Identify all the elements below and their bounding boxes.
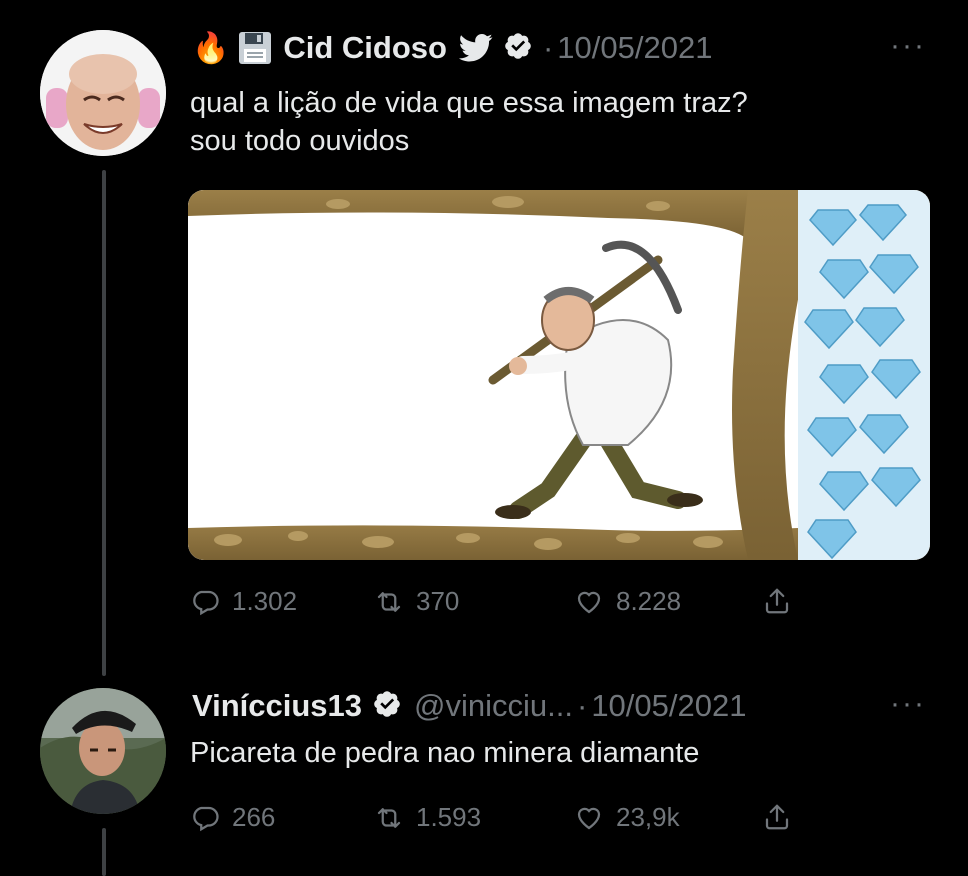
verified-badge-icon <box>372 689 402 724</box>
like-count: 8.228 <box>616 586 682 616</box>
tweet1-header: 🔥 Cid Cidoso · 10/05/2021 <box>192 26 712 70</box>
reply-button[interactable]: 1.302 <box>190 586 297 617</box>
miner-diamonds-illustration <box>188 190 930 560</box>
floppy-disk-icon <box>237 30 273 66</box>
share-icon <box>765 804 789 830</box>
avatar-cid-cidoso[interactable] <box>40 30 166 156</box>
retweet-button[interactable]: 1.593 <box>374 802 481 833</box>
fire-emoji: 🔥 <box>192 31 230 65</box>
avatar-vinicius13[interactable] <box>40 688 166 814</box>
avatar-image <box>40 30 166 156</box>
retweet-count: 1.593 <box>416 802 482 832</box>
verified-badge-icon <box>503 31 533 66</box>
retweet-button[interactable]: 370 <box>374 586 459 617</box>
tweet2-handle[interactable]: @vinicciu... <box>414 688 573 724</box>
thread-line-2 <box>102 828 106 876</box>
twitter-bird-icon <box>458 33 493 63</box>
avatar-image <box>40 688 166 814</box>
more-icon[interactable]: ··· <box>890 31 926 61</box>
share-icon <box>765 588 789 614</box>
retweet-icon <box>377 591 401 612</box>
tweet1-media-image[interactable] <box>188 190 930 560</box>
retweet-icon <box>377 807 401 828</box>
tweet2-date[interactable]: 10/05/2021 <box>591 688 746 724</box>
tweet2-display-name[interactable]: Viníccius13 <box>192 688 362 724</box>
retweet-count: 370 <box>416 586 460 616</box>
tweet2-header: Viníccius13 @vinicciu... · 10/05/2021 <box>192 684 746 728</box>
like-button[interactable]: 23,9k <box>574 802 680 833</box>
like-icon <box>577 591 601 613</box>
tweet1-text-line2: sou todo ouvidos <box>190 125 410 157</box>
tweet1-text-line1: qual a lição de vida que essa imagem tra… <box>190 87 748 119</box>
reply-icon <box>193 806 219 831</box>
tweet2-text: Picareta de pedra nao minera diamante <box>190 737 700 769</box>
reply-button[interactable]: 266 <box>190 802 275 833</box>
tweet1-display-name[interactable]: Cid Cidoso <box>283 30 447 66</box>
tweet1-text: qual a lição de vida que essa imagem tra… <box>190 84 748 160</box>
separator-dot: · <box>542 30 554 65</box>
more-icon[interactable]: ··· <box>890 689 926 719</box>
share-button[interactable] <box>762 586 804 616</box>
like-icon <box>577 807 601 829</box>
reply-icon <box>193 590 219 615</box>
like-count: 23,9k <box>616 802 680 832</box>
reply-count: 266 <box>232 802 276 832</box>
tweet1-date[interactable]: 10/05/2021 <box>557 30 712 66</box>
reply-count: 1.302 <box>232 586 298 616</box>
like-button[interactable]: 8.228 <box>574 586 681 617</box>
share-button[interactable] <box>762 802 804 832</box>
thread-line-1 <box>102 170 106 676</box>
separator-dot: · <box>576 688 588 723</box>
